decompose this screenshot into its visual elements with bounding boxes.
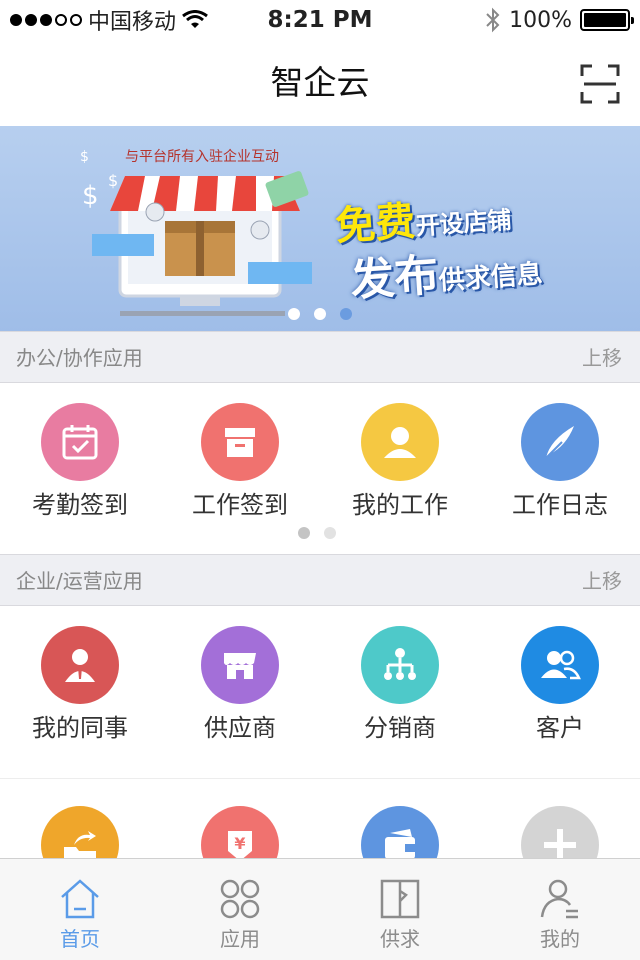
- bluetooth-icon: [486, 7, 500, 33]
- section-header-office: 办公/协作应用 上移: [0, 331, 640, 383]
- wallet-icon: [361, 806, 439, 858]
- tab-label: 应用: [220, 927, 260, 951]
- row-divider: [0, 778, 640, 779]
- app-label: 分销商: [364, 714, 436, 742]
- app-label: 我的同事: [32, 714, 128, 742]
- app-label: 工作日志: [512, 491, 608, 519]
- grid-page-indicator[interactable]: [298, 527, 336, 539]
- banner-line2-big: 发布: [348, 249, 441, 307]
- section-title: 办公/协作应用: [16, 346, 143, 370]
- quill-pen-icon: [521, 403, 599, 481]
- section-title: 企业/运营应用: [16, 569, 143, 593]
- archive-box-icon: [201, 403, 279, 481]
- supply-demand-icon: [380, 879, 420, 919]
- colleague-icon: [41, 626, 119, 704]
- banner-headline-2: 发布供求信息: [348, 231, 544, 308]
- app-distributors[interactable]: 分销商: [320, 606, 480, 778]
- customers-icon: [521, 626, 599, 704]
- apps-icon: [220, 879, 260, 919]
- tab-apps[interactable]: 应用: [160, 859, 320, 960]
- app-label: 供应商: [204, 714, 276, 742]
- app-add-more[interactable]: [480, 786, 640, 858]
- banner-dot[interactable]: [314, 308, 326, 320]
- office-apps-grid: 考勤签到 工作签到 我的工作 工作日志: [0, 383, 640, 555]
- status-right: 100%: [485, 6, 634, 34]
- tab-supply-demand[interactable]: 供求: [320, 859, 480, 960]
- app-my-colleagues[interactable]: 我的同事: [0, 606, 160, 778]
- section-header-operations: 企业/运营应用 上移: [0, 554, 640, 606]
- grid-dot-active[interactable]: [298, 527, 310, 539]
- tab-home[interactable]: 首页: [0, 859, 160, 960]
- status-bar: 中国移动 8:21 PM 100%: [0, 0, 640, 40]
- banner-line2-small: 供求信息: [437, 259, 544, 297]
- tab-label: 首页: [60, 927, 100, 951]
- banner-caption: 与平台所有入驻企业互动: [125, 149, 279, 165]
- profile-icon: [540, 879, 578, 919]
- network-icon: [361, 626, 439, 704]
- app-yuan-download[interactable]: ¥: [160, 786, 320, 858]
- battery-percent: 100%: [509, 7, 572, 33]
- battery-icon: [580, 9, 634, 31]
- svg-text:$: $: [108, 171, 118, 190]
- app-suppliers[interactable]: 供应商: [160, 606, 320, 778]
- app-attendance-checkin[interactable]: 考勤签到: [0, 383, 160, 555]
- app-work-checkin[interactable]: 工作签到: [160, 383, 320, 555]
- app-work-log[interactable]: 工作日志: [480, 383, 640, 555]
- tab-profile[interactable]: 我的: [480, 859, 640, 960]
- person-icon: [361, 403, 439, 481]
- app-my-work[interactable]: 我的工作: [320, 383, 480, 555]
- tab-label: 我的: [540, 927, 580, 951]
- tab-label: 供求: [380, 927, 420, 951]
- grid-dot[interactable]: [324, 527, 336, 539]
- tab-bar: 首页 应用 供求 我的: [0, 858, 640, 960]
- banner-page-indicator[interactable]: [288, 308, 352, 320]
- app-label: 我的工作: [352, 491, 448, 519]
- page-title: 智企云: [270, 63, 370, 102]
- svg-text:¥: ¥: [234, 834, 245, 853]
- app-label: 考勤签到: [32, 491, 128, 519]
- svg-text:$: $: [82, 181, 99, 211]
- home-icon: [61, 879, 99, 919]
- app-wallet[interactable]: [320, 786, 480, 858]
- app-label: 客户: [536, 714, 584, 742]
- app-customers[interactable]: 客户: [480, 606, 640, 778]
- move-up-button[interactable]: 上移: [582, 555, 622, 607]
- app-folder-share[interactable]: [0, 786, 160, 858]
- operations-apps-grid: 我的同事 供应商 分销商 客户: [0, 606, 640, 778]
- svg-text:$: $: [80, 149, 89, 165]
- navigation-bar: 智企云: [0, 40, 640, 126]
- folder-share-icon: [41, 806, 119, 858]
- move-up-button[interactable]: 上移: [582, 332, 622, 384]
- promo-banner[interactable]: $ $ $ 与平台所有入驻企业互动 免费开设店铺 发布供求信息: [0, 126, 640, 332]
- storefront-icon: [201, 626, 279, 704]
- banner-dot-active[interactable]: [340, 308, 352, 320]
- banner-dot[interactable]: [288, 308, 300, 320]
- app-label: 工作签到: [192, 491, 288, 519]
- operations-apps-grid-row2: ¥: [0, 786, 640, 858]
- yuan-download-icon: ¥: [201, 806, 279, 858]
- calendar-check-icon: [41, 403, 119, 481]
- scan-icon[interactable]: [580, 64, 620, 104]
- plus-icon: [521, 806, 599, 858]
